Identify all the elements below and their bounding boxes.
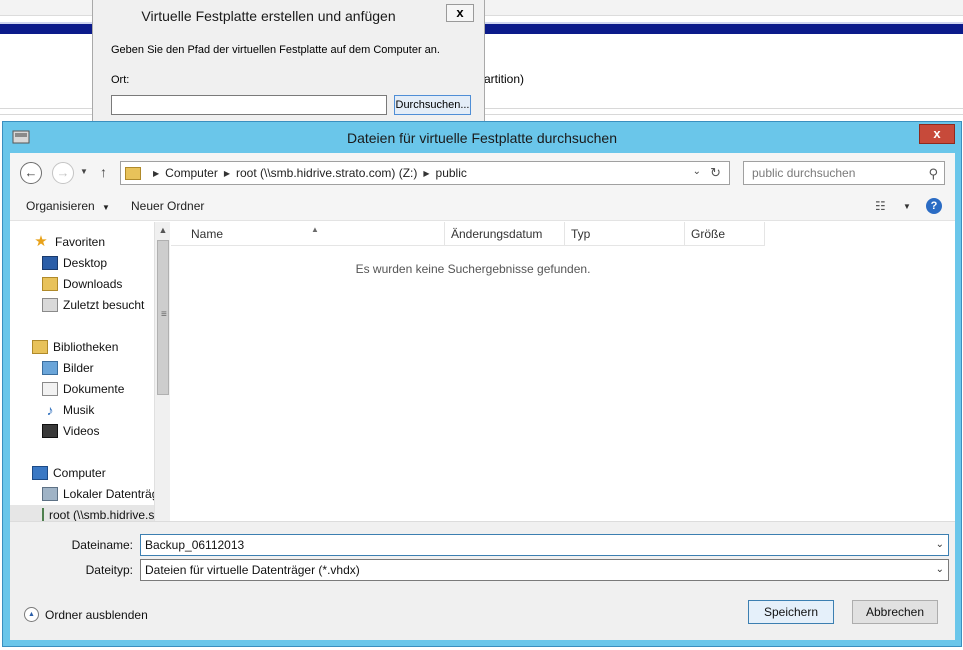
chevron-down-icon: ▼ xyxy=(102,203,110,212)
organize-menu-button[interactable]: Organisieren ▼ xyxy=(26,199,110,213)
dialog-close-button[interactable]: x xyxy=(919,124,955,144)
nav-item-music[interactable]: ♪ Musik xyxy=(42,400,95,420)
navigation-pane: ★ Favoriten Desktop Downloads Zuletzt be… xyxy=(10,222,170,521)
scrollbar-thumb[interactable]: ≡ xyxy=(157,240,169,395)
music-note-icon: ♪ xyxy=(46,402,54,418)
star-icon: ★ xyxy=(34,233,48,250)
forward-arrow-icon[interactable]: → xyxy=(52,162,74,184)
nav-item-favorites[interactable]: ★ Favoriten xyxy=(32,232,105,252)
cancel-button[interactable]: Abbrechen xyxy=(852,600,938,624)
background-partition-text: artition) xyxy=(484,72,525,86)
desktop-icon xyxy=(42,256,58,270)
nav-item-downloads[interactable]: Downloads xyxy=(42,274,122,294)
nav-item-computer[interactable]: Computer xyxy=(32,463,106,483)
chevron-down-icon[interactable]: ⌄ xyxy=(936,535,944,555)
scroll-up-icon[interactable]: ▲ xyxy=(155,222,171,238)
empty-results-message: Es wurden keine Suchergebnisse gefunden. xyxy=(355,262,591,276)
up-arrow-icon[interactable]: ↑ xyxy=(100,164,107,180)
filetype-select[interactable]: Dateien für virtuelle Datenträger (*.vhd… xyxy=(140,559,949,581)
address-bar[interactable]: ▶ Computer ▶ root (\\smb.hidrive.strato.… xyxy=(120,161,730,185)
breadcrumb-public[interactable]: public xyxy=(436,166,467,180)
wizard-instruction: Geben Sie den Pfad der virtuellen Festpl… xyxy=(111,44,440,56)
chevron-down-icon[interactable]: ⌄ xyxy=(936,560,944,580)
command-toolbar: Organisieren ▼ Neuer Ordner ☷ ▼ ? xyxy=(10,193,955,221)
search-icon[interactable]: ⚲ xyxy=(928,163,938,185)
filename-label: Dateiname: xyxy=(71,538,133,552)
computer-icon xyxy=(32,466,48,480)
dialog-body: ← → ▼ ↑ ▶ Computer ▶ root (\\smb.hidrive… xyxy=(10,153,955,640)
column-header-date[interactable]: Änderungsdatum xyxy=(445,222,565,246)
nav-item-documents[interactable]: Dokumente xyxy=(42,379,124,399)
save-options-panel: Dateiname: Backup_06112013 ⌄ Dateityp: D… xyxy=(10,521,955,640)
column-header-name[interactable]: ▲ Name xyxy=(171,222,445,246)
back-arrow-icon[interactable]: ← xyxy=(20,162,42,184)
column-header-size[interactable]: Größe xyxy=(685,222,765,246)
location-label: Ort: xyxy=(111,74,130,86)
create-vhd-wizard: Virtuelle Festplatte erstellen und anfüg… xyxy=(92,0,485,124)
pictures-icon xyxy=(42,361,58,375)
breadcrumb-separator-icon[interactable]: ▶ xyxy=(224,169,230,178)
nav-item-recent[interactable]: Zuletzt besucht xyxy=(42,295,144,315)
browse-file-dialog: Dateien für virtuelle Festplatte durchsu… xyxy=(2,121,962,647)
libraries-icon xyxy=(32,340,48,354)
file-list: ▲ Name Änderungsdatum Typ Größe Es wurde… xyxy=(171,222,955,521)
breadcrumb-computer[interactable]: Computer xyxy=(165,166,218,180)
nav-item-libraries[interactable]: Bibliotheken xyxy=(32,337,118,357)
column-header-type[interactable]: Typ xyxy=(565,222,685,246)
nav-item-network-drive[interactable]: root (\\smb.hidrive.strato.com) (Z:) xyxy=(10,505,170,521)
dialog-title: Dateien für virtuelle Festplatte durchsu… xyxy=(346,130,618,146)
nav-item-pictures[interactable]: Bilder xyxy=(42,358,94,378)
recent-places-icon xyxy=(42,298,58,312)
navigation-pane-scrollbar[interactable]: ▲ ≡ xyxy=(154,222,170,521)
collapse-up-icon: ▲ xyxy=(24,607,39,622)
filename-value: Backup_06112013 xyxy=(145,538,245,552)
folder-icon xyxy=(125,166,141,180)
navigation-bar: ← → ▼ ↑ ▶ Computer ▶ root (\\smb.hidrive… xyxy=(10,153,955,193)
sort-ascending-icon: ▲ xyxy=(311,225,319,234)
location-input[interactable] xyxy=(111,95,387,115)
view-options-icon[interactable]: ☷ xyxy=(875,199,886,213)
view-dropdown-icon[interactable]: ▼ xyxy=(903,202,911,211)
help-icon[interactable]: ? xyxy=(926,198,942,214)
downloads-folder-icon xyxy=(42,277,58,291)
scrollbar-grip-icon: ≡ xyxy=(161,309,167,320)
hide-folders-toggle[interactable]: ▲ Ordner ausblenden xyxy=(24,607,148,622)
documents-icon xyxy=(42,382,58,396)
breadcrumb-separator-icon[interactable]: ▶ xyxy=(423,169,429,178)
hide-folders-label: Ordner ausblenden xyxy=(45,607,148,622)
wizard-title: Virtuelle Festplatte erstellen und anfüg… xyxy=(141,8,396,24)
local-disk-icon xyxy=(42,487,58,501)
breadcrumb-separator-icon[interactable]: ▶ xyxy=(153,169,159,178)
browse-button[interactable]: Durchsuchen... xyxy=(394,95,471,115)
filetype-value: Dateien für virtuelle Datenträger (*.vhd… xyxy=(145,563,360,577)
network-drive-icon xyxy=(42,508,44,521)
breadcrumb-network-drive[interactable]: root (\\smb.hidrive.strato.com) (Z:) xyxy=(236,166,417,180)
nav-item-videos[interactable]: Videos xyxy=(42,421,99,441)
filename-input[interactable]: Backup_06112013 ⌄ xyxy=(140,534,949,556)
nav-item-desktop[interactable]: Desktop xyxy=(42,253,107,273)
wizard-close-button[interactable]: x xyxy=(446,4,474,22)
nav-item-local-disk[interactable]: Lokaler Datenträger xyxy=(42,484,169,504)
recent-locations-dropdown-icon[interactable]: ▼ xyxy=(80,167,88,176)
search-input[interactable]: public durchsuchen ⚲ xyxy=(743,161,945,185)
search-placeholder: public durchsuchen xyxy=(752,166,856,180)
filetype-label: Dateityp: xyxy=(85,563,133,577)
videos-icon xyxy=(42,424,58,438)
address-dropdown-icon[interactable]: ⌄ xyxy=(693,166,701,177)
organize-label: Organisieren xyxy=(26,199,95,213)
refresh-icon[interactable]: ↻ xyxy=(710,165,721,181)
new-folder-button[interactable]: Neuer Ordner xyxy=(131,199,204,213)
save-button[interactable]: Speichern xyxy=(748,600,834,624)
